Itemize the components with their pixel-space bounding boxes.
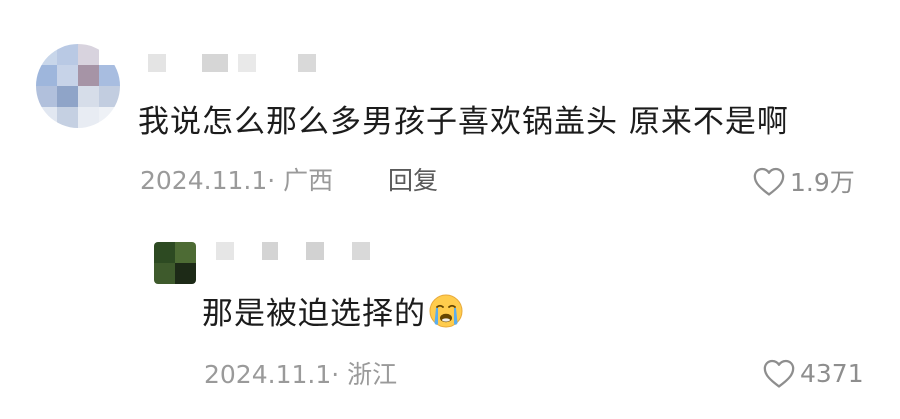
like-count: 1.9万 <box>790 168 855 197</box>
reply-avatar[interactable] <box>154 242 196 284</box>
heart-icon <box>763 359 795 388</box>
reply-text-content: 那是被迫选择的 <box>202 296 426 332</box>
reply-location: 浙江 <box>347 360 398 389</box>
like-button[interactable]: 1.9万 <box>752 163 855 199</box>
reply-username[interactable] <box>216 242 370 260</box>
comment-meta: 2024.11.1· 广西 <box>140 161 333 197</box>
username[interactable] <box>148 54 316 72</box>
reply-meta: 2024.11.1· 浙江 <box>204 355 397 391</box>
reply-like-count: 4371 <box>800 358 864 388</box>
crying-face-icon <box>429 294 463 328</box>
meta-separator: · <box>331 360 348 389</box>
reply-date: 2024.11.1 <box>204 360 332 389</box>
comment-date: 2024.11.1 <box>140 166 268 195</box>
reply-text: 那是被迫选择的 <box>202 288 464 333</box>
meta-separator: · <box>267 166 284 195</box>
comment-text: 我说怎么那么多男孩子喜欢锅盖头 原来不是啊 <box>138 104 789 140</box>
avatar[interactable] <box>36 44 120 128</box>
reply-button[interactable]: 回复 <box>388 161 438 197</box>
reply-like-button[interactable]: 4371 <box>762 357 864 389</box>
comment-location: 广西 <box>283 166 334 195</box>
heart-icon <box>753 167 785 196</box>
